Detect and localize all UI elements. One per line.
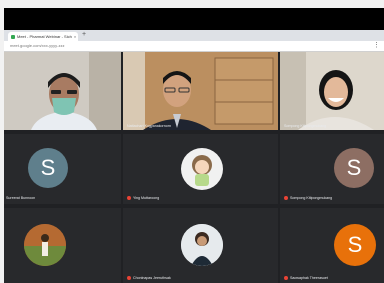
avatar-initial-4: S [28,148,68,188]
participant-video-2 [123,52,278,130]
participant-tile-2[interactable]: Nattachart Kogyanakornorn [123,52,278,130]
participant-video-3 [280,52,384,130]
screen: Meet - Pharmat Webinar - Sich × + meet.g… [4,8,384,283]
participant-name-5: Ying Muttaroong [127,196,159,200]
cartoon-avatar-5 [181,148,223,190]
tab-title: Meet - Pharmat Webinar - Sich [17,34,72,39]
muted-mic-icon [127,196,131,200]
photo-avatar-8 [181,224,223,266]
participant-name-3: Sompong Kitipongmukang [284,124,327,128]
participant-tile-4[interactable]: S Sureerat Bunnoon [4,134,121,204]
participant-tile-9[interactable]: S Saowaphak Theerasuet [280,208,384,283]
muted-mic-icon [127,276,131,280]
browser-menu-icon[interactable]: ⋮ [373,41,380,51]
new-tab-button[interactable]: + [82,31,86,38]
participant-tile-1[interactable] [4,52,121,130]
participant-tile-6[interactable]: S Sompong Kitipongmukang [280,134,384,204]
top-black-bar [4,8,384,30]
participant-name-8: Chonlnapas Jeeruthsak [127,276,171,280]
avatar-initial-6: S [334,148,374,188]
avatar-initial-9: S [334,224,376,266]
participant-name-4: Sureerat Bunnoon [6,196,36,200]
photo-avatar-7 [24,224,66,266]
participant-tile-8[interactable]: Chonlnapas Jeeruthsak [123,208,278,283]
muted-mic-icon [284,196,288,200]
participant-video-1 [4,52,121,130]
participant-name-6: Sompong Kitipongmukang [284,196,332,200]
url-text: meet.google.com/xxx-yyyy-zzz [10,43,65,48]
participant-name-9: Saowaphak Theerasuet [284,276,328,280]
meet-favicon-icon [11,34,15,39]
participant-tile-3[interactable]: Sompong Kitipongmukang [280,52,384,130]
browser-tabstrip: Meet - Pharmat Webinar - Sich × + [4,30,384,41]
participant-name-2: Nattachart Kogyanakornorn [127,124,171,128]
muted-mic-icon [284,276,288,280]
participant-tile-5[interactable]: Ying Muttaroong [123,134,278,204]
browser-tab[interactable]: Meet - Pharmat Webinar - Sich × [8,32,78,41]
tab-close-icon[interactable]: × [74,34,76,39]
address-bar[interactable]: meet.google.com/xxx-yyyy-zzz ⋮ [4,41,384,52]
participant-tile-7[interactable] [4,208,121,283]
